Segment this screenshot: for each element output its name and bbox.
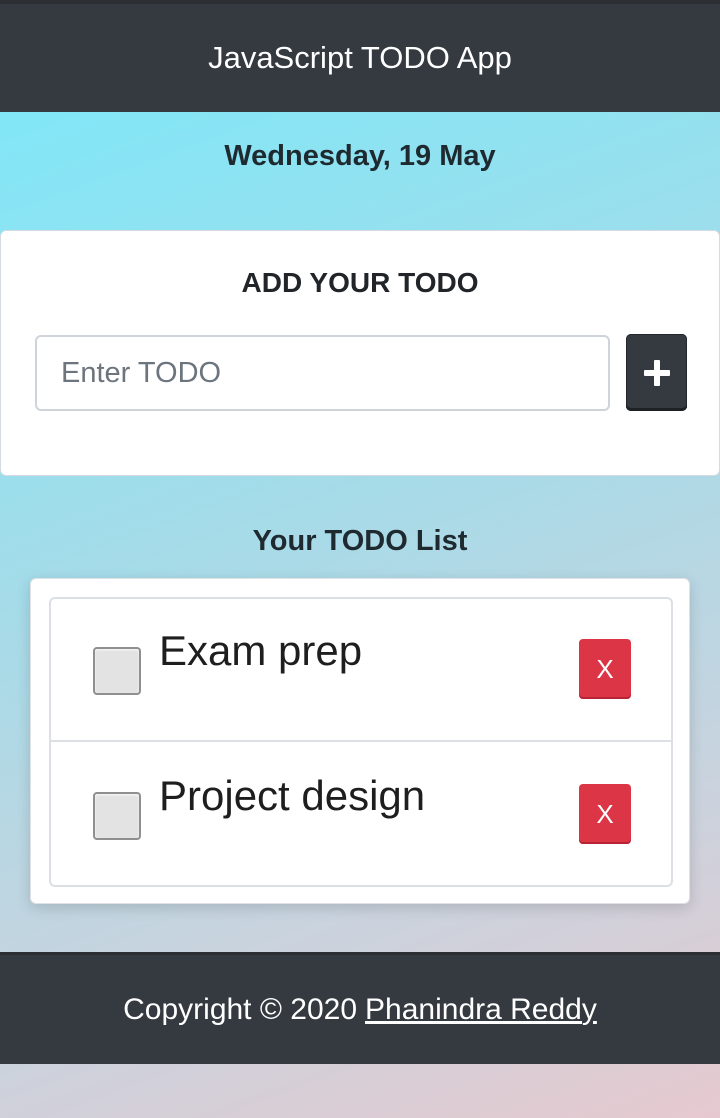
app-title: JavaScript TODO App [208, 40, 512, 75]
app-footer: Copyright © 2020 Phanindra Reddy [0, 952, 720, 1064]
todo-list: Exam prep X Project design X [49, 597, 673, 887]
add-todo-card: ADD YOUR TODO [0, 230, 720, 476]
todo-item: Exam prep X [51, 599, 671, 742]
todo-input[interactable] [35, 335, 610, 411]
todo-text: Project design [159, 772, 426, 819]
add-todo-button[interactable] [626, 334, 687, 411]
todo-list-heading: Your TODO List [252, 525, 468, 557]
add-todo-heading: ADD YOUR TODO [241, 267, 479, 298]
copyright-text: Copyright © 2020 [123, 992, 358, 1026]
todo-checkbox[interactable] [93, 792, 141, 840]
delete-todo-button[interactable]: X [579, 639, 631, 699]
current-date: Wednesday, 19 May [224, 140, 496, 172]
app-header: JavaScript TODO App [0, 0, 720, 112]
todo-text: Exam prep [159, 627, 363, 674]
todo-item: Project design X [51, 744, 671, 885]
delete-todo-button[interactable]: X [579, 784, 631, 844]
todo-checkbox[interactable] [93, 647, 141, 695]
author-link[interactable]: Phanindra Reddy [365, 993, 597, 1027]
todo-list-card: Exam prep X Project design X [30, 578, 690, 904]
plus-icon [643, 359, 670, 386]
